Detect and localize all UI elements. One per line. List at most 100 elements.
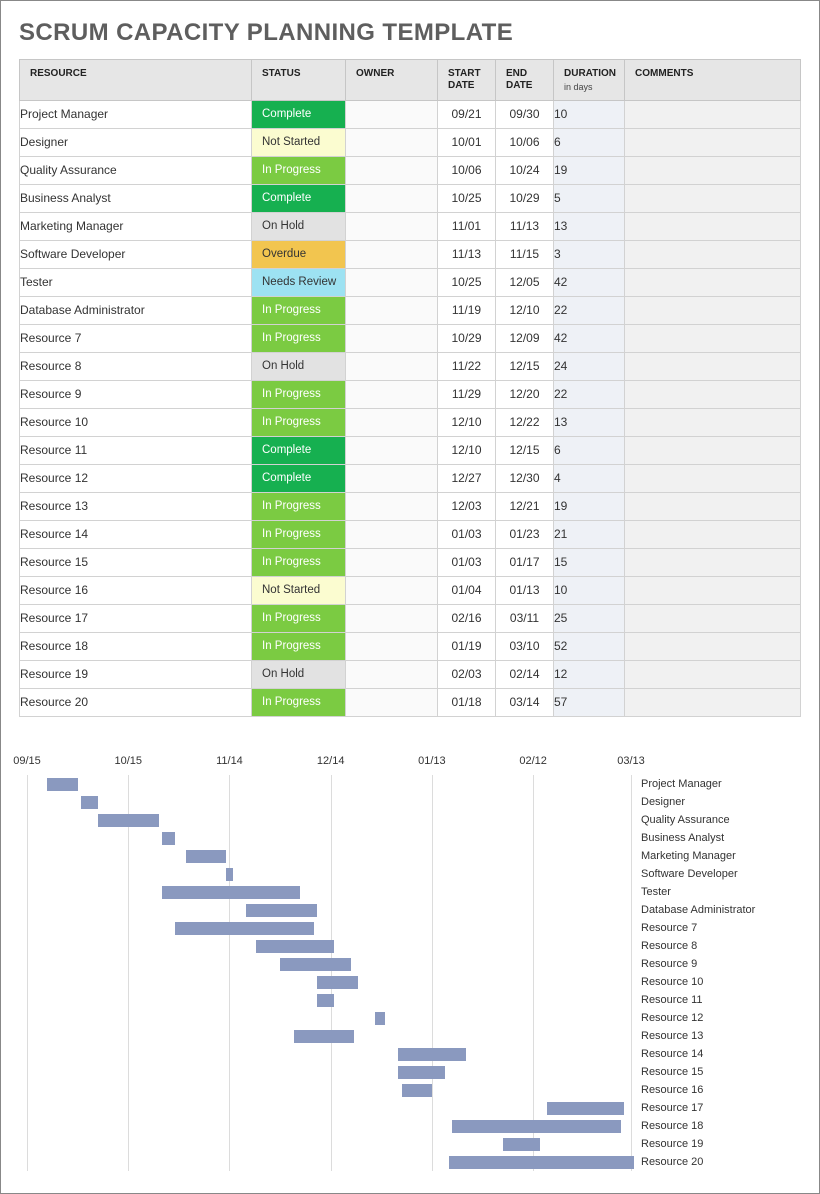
cell-start-date[interactable]: 10/25 [438, 184, 496, 212]
cell-end-date[interactable]: 09/30 [496, 100, 554, 128]
cell-end-date[interactable]: 01/17 [496, 548, 554, 576]
cell-duration[interactable]: 21 [554, 520, 625, 548]
cell-status[interactable]: Not Started [252, 576, 346, 604]
cell-status[interactable]: In Progress [252, 548, 346, 576]
cell-comments[interactable] [625, 436, 801, 464]
cell-duration[interactable]: 57 [554, 688, 625, 716]
cell-owner[interactable] [346, 380, 438, 408]
cell-comments[interactable] [625, 380, 801, 408]
cell-comments[interactable] [625, 296, 801, 324]
cell-start-date[interactable]: 09/21 [438, 100, 496, 128]
cell-duration[interactable]: 10 [554, 100, 625, 128]
cell-owner[interactable] [346, 576, 438, 604]
cell-duration[interactable]: 13 [554, 408, 625, 436]
cell-start-date[interactable]: 02/03 [438, 660, 496, 688]
cell-end-date[interactable]: 12/15 [496, 436, 554, 464]
cell-owner[interactable] [346, 156, 438, 184]
cell-resource[interactable]: Resource 19 [20, 660, 252, 688]
cell-status[interactable]: In Progress [252, 380, 346, 408]
cell-duration[interactable]: 19 [554, 492, 625, 520]
cell-comments[interactable] [625, 492, 801, 520]
cell-owner[interactable] [346, 100, 438, 128]
cell-resource[interactable]: Resource 10 [20, 408, 252, 436]
cell-resource[interactable]: Resource 9 [20, 380, 252, 408]
cell-status[interactable]: On Hold [252, 212, 346, 240]
cell-comments[interactable] [625, 352, 801, 380]
cell-duration[interactable]: 24 [554, 352, 625, 380]
cell-resource[interactable]: Business Analyst [20, 184, 252, 212]
cell-owner[interactable] [346, 184, 438, 212]
cell-end-date[interactable]: 01/13 [496, 576, 554, 604]
cell-start-date[interactable]: 11/29 [438, 380, 496, 408]
cell-status[interactable]: Complete [252, 436, 346, 464]
cell-end-date[interactable]: 01/23 [496, 520, 554, 548]
cell-status[interactable]: In Progress [252, 156, 346, 184]
cell-comments[interactable] [625, 240, 801, 268]
cell-resource[interactable]: Tester [20, 268, 252, 296]
cell-owner[interactable] [346, 128, 438, 156]
cell-resource[interactable]: Designer [20, 128, 252, 156]
cell-start-date[interactable]: 10/06 [438, 156, 496, 184]
cell-owner[interactable] [346, 688, 438, 716]
cell-start-date[interactable]: 12/10 [438, 436, 496, 464]
cell-duration[interactable]: 6 [554, 128, 625, 156]
cell-end-date[interactable]: 10/06 [496, 128, 554, 156]
cell-end-date[interactable]: 02/14 [496, 660, 554, 688]
cell-status[interactable]: Complete [252, 464, 346, 492]
cell-start-date[interactable]: 10/01 [438, 128, 496, 156]
cell-status[interactable]: Complete [252, 100, 346, 128]
cell-comments[interactable] [625, 268, 801, 296]
cell-duration[interactable]: 22 [554, 380, 625, 408]
cell-start-date[interactable]: 11/01 [438, 212, 496, 240]
cell-status[interactable]: In Progress [252, 520, 346, 548]
cell-owner[interactable] [346, 492, 438, 520]
cell-start-date[interactable]: 11/19 [438, 296, 496, 324]
cell-resource[interactable]: Resource 15 [20, 548, 252, 576]
cell-end-date[interactable]: 12/30 [496, 464, 554, 492]
cell-comments[interactable] [625, 604, 801, 632]
cell-owner[interactable] [346, 436, 438, 464]
cell-comments[interactable] [625, 464, 801, 492]
cell-resource[interactable]: Resource 7 [20, 324, 252, 352]
cell-end-date[interactable]: 11/15 [496, 240, 554, 268]
cell-start-date[interactable]: 11/22 [438, 352, 496, 380]
cell-start-date[interactable]: 12/27 [438, 464, 496, 492]
cell-resource[interactable]: Project Manager [20, 100, 252, 128]
cell-duration[interactable]: 22 [554, 296, 625, 324]
cell-resource[interactable]: Resource 16 [20, 576, 252, 604]
cell-owner[interactable] [346, 548, 438, 576]
cell-start-date[interactable]: 02/16 [438, 604, 496, 632]
cell-comments[interactable] [625, 660, 801, 688]
cell-owner[interactable] [346, 464, 438, 492]
cell-status[interactable]: Needs Review [252, 268, 346, 296]
cell-comments[interactable] [625, 100, 801, 128]
cell-owner[interactable] [346, 268, 438, 296]
cell-resource[interactable]: Resource 20 [20, 688, 252, 716]
cell-end-date[interactable]: 10/29 [496, 184, 554, 212]
cell-status[interactable]: In Progress [252, 324, 346, 352]
cell-resource[interactable]: Resource 18 [20, 632, 252, 660]
cell-duration[interactable]: 42 [554, 324, 625, 352]
cell-duration[interactable]: 5 [554, 184, 625, 212]
cell-comments[interactable] [625, 128, 801, 156]
cell-comments[interactable] [625, 688, 801, 716]
cell-end-date[interactable]: 03/14 [496, 688, 554, 716]
cell-start-date[interactable]: 01/04 [438, 576, 496, 604]
cell-owner[interactable] [346, 604, 438, 632]
cell-start-date[interactable]: 12/10 [438, 408, 496, 436]
cell-resource[interactable]: Resource 13 [20, 492, 252, 520]
cell-status[interactable]: In Progress [252, 688, 346, 716]
cell-comments[interactable] [625, 324, 801, 352]
cell-start-date[interactable]: 01/03 [438, 548, 496, 576]
cell-comments[interactable] [625, 156, 801, 184]
cell-end-date[interactable]: 12/05 [496, 268, 554, 296]
cell-duration[interactable]: 10 [554, 576, 625, 604]
cell-end-date[interactable]: 11/13 [496, 212, 554, 240]
cell-owner[interactable] [346, 632, 438, 660]
cell-owner[interactable] [346, 296, 438, 324]
cell-duration[interactable]: 19 [554, 156, 625, 184]
cell-end-date[interactable]: 12/21 [496, 492, 554, 520]
cell-resource[interactable]: Resource 17 [20, 604, 252, 632]
cell-duration[interactable]: 13 [554, 212, 625, 240]
cell-comments[interactable] [625, 576, 801, 604]
